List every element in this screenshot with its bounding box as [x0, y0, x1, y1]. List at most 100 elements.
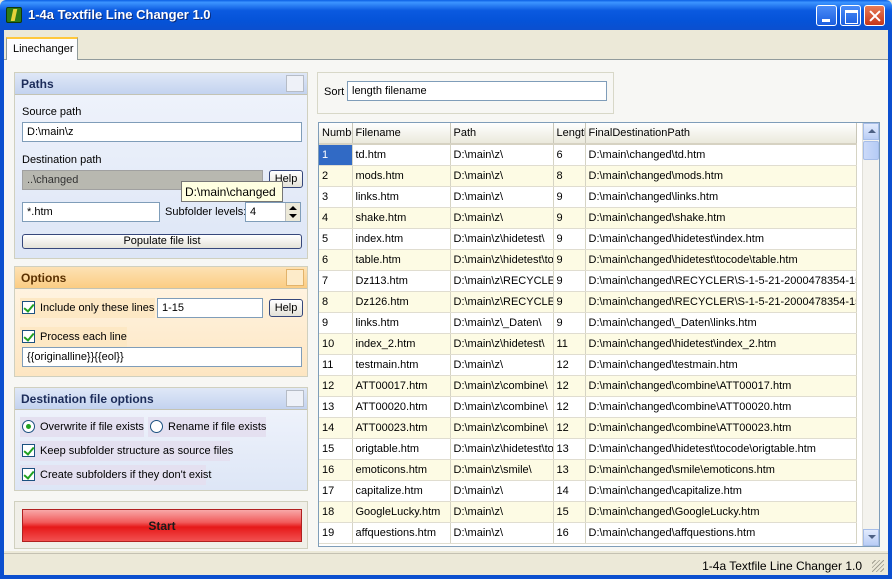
- cell-length[interactable]: 16: [553, 522, 586, 544]
- cell-length[interactable]: 9: [553, 207, 586, 229]
- keep-structure-checkbox[interactable]: [22, 444, 35, 457]
- cell-filename[interactable]: ATT00017.htm: [352, 375, 451, 397]
- column-header-final-destination[interactable]: FinalDestinationPath: [585, 123, 857, 145]
- collapse-options-button[interactable]: [286, 269, 304, 286]
- create-subfolders-checkbox-row[interactable]: Create subfolders if they don't exist: [20, 465, 211, 485]
- cell-length[interactable]: 9: [553, 291, 586, 313]
- cell-filename[interactable]: td.htm: [352, 144, 451, 166]
- table-row[interactable]: 2 mods.htm D:\main\z\ 8 D:\main\changed\mods…: [319, 165, 857, 187]
- resize-grip-icon[interactable]: [872, 560, 884, 572]
- table-row[interactable]: 15origtable.htmD:\main\z\hidetest\tocode…: [319, 438, 857, 460]
- cell-final-destination[interactable]: D:\main\changed\RECYCLER\S-1-5-21-200047…: [585, 270, 857, 292]
- column-header-filename[interactable]: Filename: [352, 123, 451, 145]
- table-row[interactable]: 11 testmain.htm D:\main\z\ 12 D:\main\change…: [319, 354, 857, 376]
- cell-final-destination[interactable]: D:\main\changed\shake.htm: [585, 207, 857, 229]
- cell-length[interactable]: 15: [553, 501, 586, 523]
- cell-path[interactable]: D:\main\z\combine\: [450, 375, 554, 397]
- cell-number[interactable]: 12: [319, 375, 353, 397]
- cell-length[interactable]: 14: [553, 480, 586, 502]
- cell-path[interactable]: D:\main\z\RECYCLER\: [450, 270, 554, 292]
- cell-length[interactable]: 12: [553, 375, 586, 397]
- cell-final-destination[interactable]: D:\main\changed\combine\ATT00023.htm: [585, 417, 857, 439]
- cell-length[interactable]: 8: [553, 165, 586, 187]
- scroll-down-icon[interactable]: [863, 529, 879, 546]
- cell-length[interactable]: 13: [553, 438, 586, 460]
- cell-final-destination[interactable]: D:\main\changed\affquestions.htm: [585, 522, 857, 544]
- process-line-checkbox[interactable]: [22, 330, 35, 343]
- overwrite-radio-row[interactable]: Overwrite if file exists: [20, 417, 144, 437]
- column-header-path[interactable]: Path: [450, 123, 554, 145]
- cell-filename[interactable]: index_2.htm: [352, 333, 451, 355]
- cell-number[interactable]: 7: [319, 270, 353, 292]
- cell-length[interactable]: 12: [553, 396, 586, 418]
- cell-final-destination[interactable]: D:\main\changed\testmain.htm: [585, 354, 857, 376]
- cell-path[interactable]: D:\main\z\smile\: [450, 459, 554, 481]
- cell-final-destination[interactable]: D:\main\changed\GoogleLucky.htm: [585, 501, 857, 523]
- cell-final-destination[interactable]: D:\main\changed\mods.htm: [585, 165, 857, 187]
- cell-number[interactable]: 5: [319, 228, 353, 250]
- cell-filename[interactable]: affquestions.htm: [352, 522, 451, 544]
- cell-filename[interactable]: shake.htm: [352, 207, 451, 229]
- table-row[interactable]: 10 index_2.htm D:\main\z\hidetest\ 11 D:\mai…: [319, 333, 857, 355]
- cell-path[interactable]: D:\main\z\combine\: [450, 396, 554, 418]
- cell-number[interactable]: 1: [319, 144, 353, 166]
- maximize-button[interactable]: [840, 5, 861, 26]
- cell-final-destination[interactable]: D:\main\changed\hidetest\tocode\origtabl…: [585, 438, 857, 460]
- table-row[interactable]: 14 ATT00023.htm D:\main\z\combine\ 12 D:\mai…: [319, 417, 857, 439]
- source-path-input[interactable]: D:\main\z: [22, 122, 302, 142]
- table-row[interactable]: 8Dz126.htmD:\main\z\RECYCLER\9D:\main\ch…: [319, 291, 857, 313]
- start-button[interactable]: Start: [22, 509, 302, 542]
- table-row[interactable]: 17 capitalize.htm D:\main\z\ 14 D:\main\chan…: [319, 480, 857, 502]
- spin-down-icon[interactable]: [289, 214, 297, 218]
- table-row[interactable]: 12 ATT00017.htm D:\main\z\combine\ 12 D:\mai…: [319, 375, 857, 397]
- table-row[interactable]: 4 shake.htm D:\main\z\ 9 D:\main\changed\sha…: [319, 207, 857, 229]
- minimize-button[interactable]: [816, 5, 837, 26]
- cell-final-destination[interactable]: D:\main\changed\td.htm: [585, 144, 857, 166]
- cell-final-destination[interactable]: D:\main\changed\combine\ATT00020.htm: [585, 396, 857, 418]
- cell-filename[interactable]: ATT00020.htm: [352, 396, 451, 418]
- table-row[interactable]: 18 GoogleLucky.htm D:\main\z\ 15 D:\main\cha…: [319, 501, 857, 523]
- cell-path[interactable]: D:\main\z\: [450, 165, 554, 187]
- table-row[interactable]: 16 emoticons.htm D:\main\z\smile\ 13 D:\main…: [319, 459, 857, 481]
- cell-length[interactable]: 9: [553, 249, 586, 271]
- cell-length[interactable]: 6: [553, 144, 586, 166]
- cell-number[interactable]: 16: [319, 459, 353, 481]
- cell-path[interactable]: D:\main\z\: [450, 501, 554, 523]
- cell-filename[interactable]: emoticons.htm: [352, 459, 451, 481]
- cell-number[interactable]: 6: [319, 249, 353, 271]
- tab-linechanger[interactable]: Linechanger: [6, 37, 78, 60]
- table-row[interactable]: 3 links.htm D:\main\z\ 9 D:\main\changed\lin…: [319, 186, 857, 208]
- cell-filename[interactable]: links.htm: [352, 186, 451, 208]
- rename-radio[interactable]: [150, 420, 163, 433]
- cell-final-destination[interactable]: D:\main\changed\links.htm: [585, 186, 857, 208]
- cell-number[interactable]: 13: [319, 396, 353, 418]
- keep-structure-checkbox-row[interactable]: Keep subfolder structure as source files: [20, 441, 233, 461]
- cell-filename[interactable]: origtable.htm: [352, 438, 451, 460]
- cell-path[interactable]: D:\main\z\: [450, 207, 554, 229]
- grid-vertical-scrollbar[interactable]: [862, 123, 879, 546]
- process-line-checkbox-row[interactable]: Process each line: [20, 327, 127, 347]
- scroll-thumb[interactable]: [863, 141, 879, 160]
- scroll-up-icon[interactable]: [863, 123, 879, 140]
- cell-number[interactable]: 2: [319, 165, 353, 187]
- cell-path[interactable]: D:\main\z\hidetest\: [450, 228, 554, 250]
- cell-length[interactable]: 9: [553, 270, 586, 292]
- cell-length[interactable]: 13: [553, 459, 586, 481]
- cell-number[interactable]: 18: [319, 501, 353, 523]
- cell-final-destination[interactable]: D:\main\changed\hidetest\tocode\table.ht…: [585, 249, 857, 271]
- cell-filename[interactable]: GoogleLucky.htm: [352, 501, 451, 523]
- table-row[interactable]: 5 index.htm D:\main\z\hidetest\ 9 D:\main\ch…: [319, 228, 857, 250]
- spin-up-icon[interactable]: [289, 206, 297, 210]
- cell-number[interactable]: 14: [319, 417, 353, 439]
- cell-final-destination[interactable]: D:\main\changed\smile\emoticons.htm: [585, 459, 857, 481]
- cell-path[interactable]: D:\main\z\hidetest\tocode\: [450, 249, 554, 271]
- cell-length[interactable]: 9: [553, 186, 586, 208]
- cell-filename[interactable]: testmain.htm: [352, 354, 451, 376]
- cell-number[interactable]: 11: [319, 354, 353, 376]
- collapse-paths-button[interactable]: [286, 75, 304, 92]
- create-subfolders-checkbox[interactable]: [22, 468, 35, 481]
- include-lines-input[interactable]: 1-15: [157, 298, 263, 318]
- cell-filename[interactable]: links.htm: [352, 312, 451, 334]
- cell-number[interactable]: 4: [319, 207, 353, 229]
- cell-number[interactable]: 8: [319, 291, 353, 313]
